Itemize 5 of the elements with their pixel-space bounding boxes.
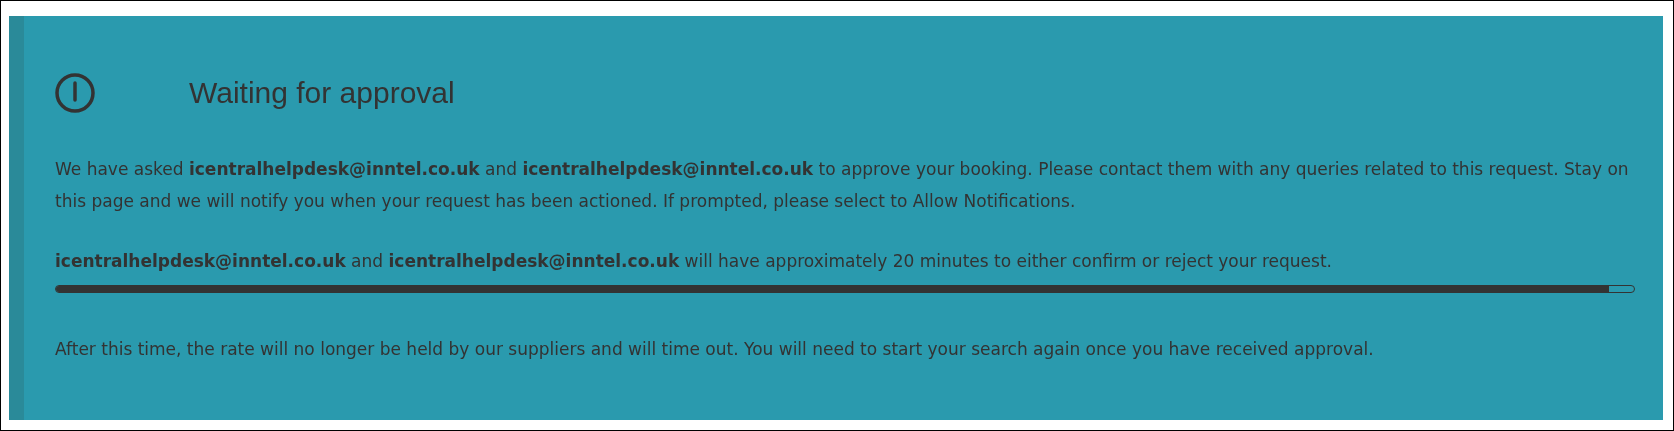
deadline-message: icentralhelpdesk@inntel.co.uk and icentralhelpdesk@inntel.co.uk will have approximately 20 minutes to either confirm or reject your request. xyxy=(55,250,1333,273)
panel-title: Waiting for approval xyxy=(189,76,455,110)
timeout-message: After this time, the rate will no longer be held by our suppliers and will time out. You will need to start your search again once you have received approval. xyxy=(55,338,1375,361)
power-icon xyxy=(55,73,95,113)
approval-message: We have asked icentralhelpdesk@inntel.co.uk and icentralhelpdesk@inntel.co.uk to approve your booking. Please contact them with any queries related to this request. Stay on this page and we will notify you when your request has been actioned. If prompted, please select to Allow Notifications. xyxy=(55,158,1630,213)
